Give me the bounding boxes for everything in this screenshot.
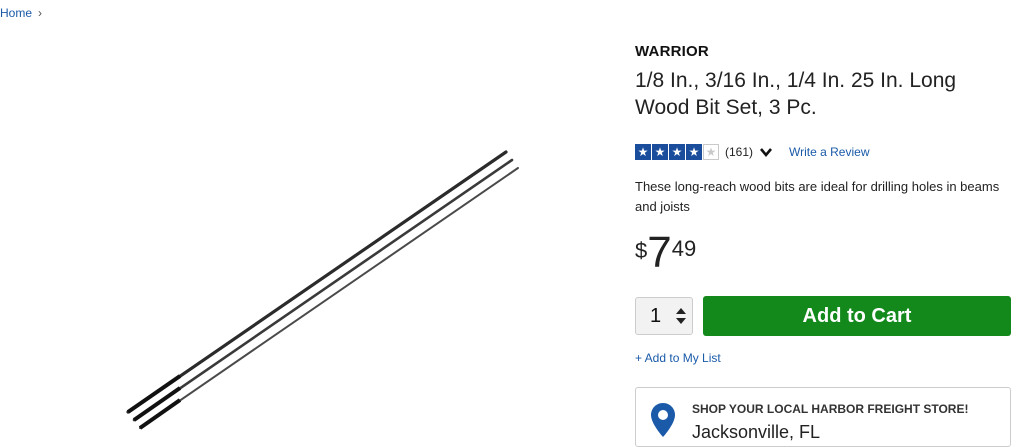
price-cents: 49 xyxy=(671,236,697,261)
stepper-arrows xyxy=(676,308,686,324)
star-empty-icon: ★ xyxy=(703,144,719,160)
product-description: These long-reach wood bits are ideal for… xyxy=(635,179,1000,214)
price-currency: $ xyxy=(635,238,648,263)
chevron-down-icon[interactable] xyxy=(759,145,773,159)
location-pin-icon xyxy=(651,403,675,437)
breadcrumb-home-link[interactable]: Home xyxy=(0,6,32,20)
add-to-list-link[interactable]: + Add to My List xyxy=(635,351,721,365)
quantity-value[interactable]: 1 xyxy=(650,305,661,328)
review-count[interactable]: (161) xyxy=(725,145,753,159)
decrement-icon[interactable] xyxy=(676,318,686,324)
product-brand[interactable]: WARRIOR xyxy=(635,43,709,60)
chevron-right-icon: › xyxy=(38,6,43,20)
star-filled-icon: ★ xyxy=(669,144,685,160)
product-image xyxy=(126,150,519,430)
store-city[interactable]: Jacksonville, FL xyxy=(692,422,820,443)
quantity-stepper[interactable]: 1 xyxy=(635,297,693,335)
star-filled-icon: ★ xyxy=(686,144,702,160)
product-title: 1/8 In., 3/16 In., 1/4 In. 25 In. Long W… xyxy=(635,69,957,119)
breadcrumb: Home › xyxy=(0,6,42,20)
star-rating[interactable]: ★ ★ ★ ★ ★ xyxy=(635,144,719,160)
product-price: $ 7 49 xyxy=(635,230,696,276)
star-filled-icon: ★ xyxy=(635,144,651,160)
rating-row: ★ ★ ★ ★ ★ (161) Write a Review xyxy=(635,143,869,161)
store-finder-card[interactable]: SHOP YOUR LOCAL HARBOR FREIGHT STORE! Ja… xyxy=(635,387,1011,447)
increment-icon[interactable] xyxy=(676,308,686,314)
price-whole: 7 xyxy=(647,228,672,277)
write-review-link[interactable]: Write a Review xyxy=(789,145,869,159)
add-to-cart-button[interactable]: Add to Cart xyxy=(703,296,1011,336)
store-heading: SHOP YOUR LOCAL HARBOR FREIGHT STORE! xyxy=(692,402,969,416)
star-filled-icon: ★ xyxy=(652,144,668,160)
